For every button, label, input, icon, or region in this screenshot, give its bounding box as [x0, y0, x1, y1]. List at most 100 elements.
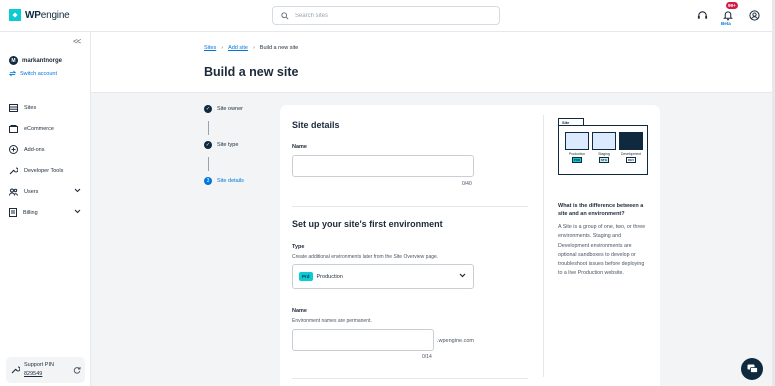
site-details-title: Site details: [292, 120, 340, 130]
logo-engine-text: engine: [40, 9, 70, 21]
env-staging-graphic: Staging STG: [592, 132, 616, 163]
notification-badge: 99+: [726, 2, 738, 9]
refresh-icon[interactable]: [73, 366, 81, 374]
browser-window-icon: [619, 132, 643, 150]
step-label: Site owner: [217, 106, 243, 112]
env-name-counter: 0/14: [422, 354, 432, 360]
env-graphic-tag: DEV: [626, 157, 636, 163]
users-icon: [9, 188, 18, 196]
sidebar-item-add-ons[interactable]: Add-ons: [9, 139, 85, 160]
env-name-help: Environment names are permanent.: [292, 318, 372, 324]
page-title: Build a new site: [204, 65, 299, 79]
help-headset-icon[interactable]: [695, 8, 709, 22]
support-pin-value[interactable]: 829549: [24, 371, 42, 377]
env-development-graphic: Development DEV: [619, 132, 643, 163]
chat-icon: [747, 364, 758, 373]
sidebar-item-label: Sites: [24, 104, 37, 111]
env-type-help: Create additional environments later fro…: [292, 254, 439, 260]
site-name-counter: 0/40: [462, 181, 472, 187]
step-label: Site type: [217, 142, 239, 148]
chevron-down-icon: [459, 273, 466, 278]
breadcrumb-current: Build a new site: [259, 45, 299, 51]
sidebar-item-ecommerce[interactable]: eCommerce: [9, 118, 85, 139]
env-type-select[interactable]: Prd Production: [292, 264, 474, 289]
env-graphic-label: Production: [568, 152, 586, 156]
step-label: Site details: [217, 178, 244, 184]
env-graphic-label: Staging: [598, 152, 610, 156]
account-name: markantnorge: [22, 57, 63, 64]
support-pin-box: Support PIN 829549: [6, 357, 85, 383]
sidebar: << M markantnorge Switch account Sites e…: [0, 32, 91, 386]
env-graphic-tag: PRD: [572, 157, 582, 163]
sidebar-item-label: Add-ons: [24, 146, 45, 153]
vertical-divider: [543, 115, 544, 377]
collapse-sidebar-icon[interactable]: <<: [73, 37, 81, 46]
billing-icon: [9, 208, 17, 217]
user-profile-icon[interactable]: [747, 8, 761, 22]
step-connector: [207, 157, 209, 171]
breadcrumb-sites-link[interactable]: Sites: [204, 45, 216, 51]
step-connector: [207, 121, 209, 135]
sidebar-item-label: eCommerce: [24, 125, 54, 132]
notifications-bell-icon[interactable]: 99+ Beta: [721, 2, 738, 26]
environment-title: Set up your site's first environment: [292, 219, 443, 229]
env-graphic-tag: STG: [599, 157, 609, 163]
browser-window-icon: [592, 132, 616, 150]
info-answer: A Site is a group of one, two, or three …: [558, 224, 646, 277]
logo-wp-text: WP: [25, 9, 41, 21]
sidebar-item-users[interactable]: Users: [9, 181, 85, 202]
top-bar: WPengine 99+ Beta: [0, 0, 775, 32]
step-site-type[interactable]: ✓ Site type: [204, 141, 244, 177]
production-pill: Prd: [299, 272, 313, 281]
breadcrumb: Sites › Add site › Build a new site: [204, 45, 298, 51]
step-site-details: 3 Site details: [204, 177, 244, 213]
step-number: 3: [204, 177, 212, 185]
support-pin-label: Support PIN: [24, 362, 54, 368]
wp-engine-logo[interactable]: WPengine: [9, 9, 70, 21]
browser-window-icon: [565, 132, 589, 150]
info-question: What is the difference between a site an…: [558, 203, 644, 217]
env-type-label: Type: [292, 244, 305, 250]
plus-circle-icon: [9, 145, 18, 154]
wrench-icon: [9, 167, 18, 175]
environments-illustration: Site Production PRD Staging STG Developm…: [558, 118, 648, 176]
search-bar[interactable]: [272, 6, 500, 25]
sidebar-item-label: Billing: [23, 209, 38, 216]
search-input[interactable]: [295, 12, 475, 19]
avatar: M: [9, 56, 18, 65]
sidebar-item-sites[interactable]: Sites: [9, 97, 85, 118]
check-icon: ✓: [204, 141, 212, 149]
env-name-input[interactable]: [292, 329, 434, 351]
section-divider: [292, 378, 528, 379]
chevron-down-icon[interactable]: [74, 188, 81, 193]
switch-account-label: Switch account: [20, 70, 57, 77]
switch-arrows-icon: [9, 70, 16, 77]
search-icon: [281, 11, 289, 20]
site-name-input[interactable]: [292, 155, 474, 177]
env-type-value: Production: [316, 273, 343, 280]
form-section: Site details Name 0/40 Set up your site'…: [280, 105, 543, 386]
sidebar-nav: Sites eCommerce Add-ons Developer Tools …: [9, 97, 85, 223]
form-card: Site details Name 0/40 Set up your site'…: [280, 105, 660, 386]
sidebar-item-label: Users: [24, 188, 39, 195]
stepper: ✓ Site owner ✓ Site type 3 Site details: [204, 105, 244, 213]
chevron-down-icon[interactable]: [74, 209, 81, 214]
support-wrench-icon: [11, 366, 20, 374]
page-header: Sites › Add site › Build a new site Buil…: [91, 32, 775, 93]
chat-button[interactable]: [741, 358, 763, 380]
env-domain-suffix: .wpengine.com: [437, 338, 474, 344]
sidebar-item-developer-tools[interactable]: Developer Tools: [9, 160, 85, 181]
beta-label: Beta: [721, 21, 731, 26]
step-site-owner[interactable]: ✓ Site owner: [204, 105, 244, 141]
cart-icon: [9, 124, 18, 133]
account-header: M markantnorge: [9, 56, 62, 65]
wp-engine-logo-icon: [9, 9, 21, 21]
sidebar-item-billing[interactable]: Billing: [9, 202, 85, 223]
sidebar-item-label: Developer Tools: [24, 167, 64, 174]
breadcrumb-add-site-link[interactable]: Add site: [228, 45, 248, 51]
breadcrumb-separator-icon: ›: [221, 45, 224, 51]
site-name-label: Name: [292, 144, 307, 150]
switch-account-link[interactable]: Switch account: [9, 70, 57, 77]
env-name-label: Name: [292, 308, 307, 314]
section-divider: [292, 206, 528, 207]
